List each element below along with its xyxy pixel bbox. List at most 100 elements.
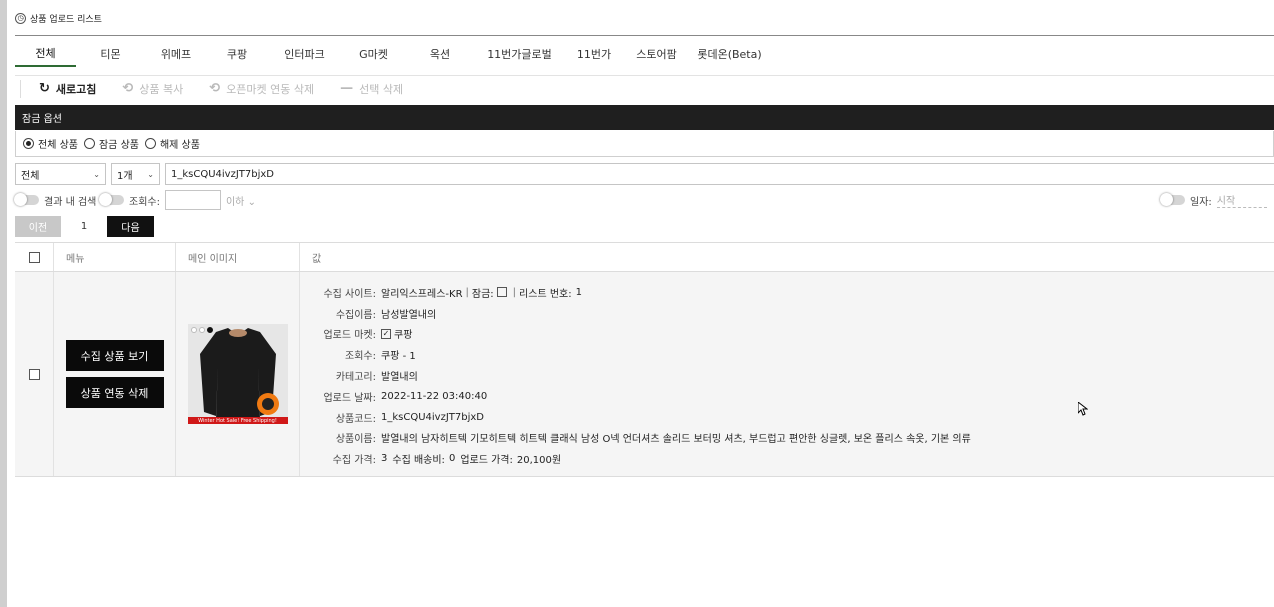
date-label: 일자: xyxy=(1190,196,1212,208)
prev-page-button[interactable]: 이전 xyxy=(15,216,61,237)
header-menu: 메뉴 xyxy=(54,243,176,271)
tab-coupang[interactable]: 쿠팡 xyxy=(207,40,267,67)
count-select-value: 1개 xyxy=(117,170,133,182)
info-category: 카테고리: 발열내의 xyxy=(335,372,418,384)
tab-interpark[interactable]: 인터파크 xyxy=(267,40,342,67)
radio-locked-products[interactable]: 잠금 상품 xyxy=(83,136,139,151)
chevron-down-icon: ⌄ xyxy=(147,169,154,179)
refresh-icon: ↻ xyxy=(39,81,50,96)
radio-all-products[interactable]: 전체 상품 xyxy=(23,136,78,151)
current-page: 1 xyxy=(80,221,88,232)
openmarket-delete-button[interactable]: ⟲ 오픈마켓 연동 삭제 xyxy=(209,81,314,97)
row-menu-cell: 수집 상품 보기 상품 연동 삭제 xyxy=(54,272,176,476)
search-filter-row: 전체 ⌄ 1개 ⌄ xyxy=(15,163,1274,185)
date-option: 일자: 시작 xyxy=(1160,190,1267,210)
lock-checkbox[interactable] xyxy=(496,287,507,298)
category-select[interactable]: 전체 ⌄ xyxy=(15,163,106,185)
tab-storefarm[interactable]: 스토어팜 xyxy=(624,40,689,67)
info-product-code: 상품코드: 1_ksCQU4ivzJT7bjxD xyxy=(335,411,485,425)
radio-unlocked-products[interactable]: 해제 상품 xyxy=(144,136,200,151)
image-banner: Winter Hot Sale! Free Shipping! xyxy=(187,417,288,424)
window-left-edge xyxy=(0,0,7,607)
date-toggle[interactable] xyxy=(1160,193,1185,206)
radio-indicator[interactable] xyxy=(23,138,34,149)
header-checkbox-cell xyxy=(15,243,54,271)
search-input[interactable] xyxy=(165,163,1274,185)
in-results-toggle[interactable] xyxy=(14,193,39,206)
tab-wemakeprice[interactable]: 위메프 xyxy=(145,40,207,67)
radio-label: 잠금 상품 xyxy=(98,140,139,151)
app-icon: ◷ xyxy=(15,12,26,24)
views-below-label: 이하 xyxy=(225,196,245,208)
radio-indicator[interactable] xyxy=(83,138,95,149)
info-collect-name: 수집이름: 남성발열내의 xyxy=(335,309,437,321)
views-input[interactable] xyxy=(164,190,221,210)
next-page-button[interactable]: 다음 xyxy=(107,216,154,237)
window-title-bar: ◷ 상품 업로드 리스트 xyxy=(15,10,102,26)
refresh-label: 새로고침 xyxy=(55,82,97,96)
toolbar-separator xyxy=(20,79,21,98)
tab-gmarket[interactable]: G마켓 xyxy=(342,40,405,67)
tab-all[interactable]: 전체 xyxy=(15,40,76,67)
radio-indicator[interactable] xyxy=(144,138,156,149)
views-below-select[interactable]: 이하 ⌄ xyxy=(226,193,256,208)
tab-tmon[interactable]: 티몬 xyxy=(76,40,145,67)
minus-icon: — xyxy=(340,81,354,96)
info-views: 조회수: 쿠팡 - 1 xyxy=(345,351,416,363)
tab-auction[interactable]: 옥션 xyxy=(405,40,475,67)
product-thumbnail[interactable]: Winter Hot Sale! Free Shipping! xyxy=(187,324,288,424)
title-divider xyxy=(15,35,1274,36)
radio-label: 전체 상품 xyxy=(38,140,78,151)
copy-product-label: 상품 복사 xyxy=(139,82,184,96)
chevron-down-icon: ⌄ xyxy=(93,169,100,179)
in-results-option: 결과 내 검색 xyxy=(14,190,97,210)
tab-11st-global[interactable]: 11번가글로벌 xyxy=(475,40,564,67)
delete-selected-label: 선택 삭제 xyxy=(359,82,404,96)
date-start-field[interactable]: 시작 xyxy=(1216,192,1267,208)
table-row: 수집 상품 보기 상품 연동 삭제 Winter Hot Sale! Free … xyxy=(15,272,1274,477)
shirt-image xyxy=(187,324,288,424)
sync-icon: ⟲ xyxy=(209,81,221,96)
pagination: 이전 1 다음 xyxy=(15,216,154,237)
radio-label: 해제 상품 xyxy=(159,140,200,151)
product-table: 메뉴 메인 이미지 값 수집 상품 보기 상품 연동 삭제 Winter Hot… xyxy=(15,242,1274,607)
delete-product-link-button[interactable]: 상품 연동 삭제 xyxy=(65,377,164,408)
sync-icon: ⟲ xyxy=(122,81,134,96)
table-header: 메뉴 메인 이미지 값 xyxy=(15,243,1274,272)
views-label: 조회수: xyxy=(129,196,160,208)
market-tabs: 전체 티몬 위메프 쿠팡 인터파크 G마켓 옥션 11번가글로벌 11번가 스토… xyxy=(15,40,770,67)
info-upload-market: 업로드 마켓: ✓ 쿠팡 xyxy=(323,328,413,342)
product-info: 수집 사이트: 알리익스프레스-KR | 잠금: | 리스트 번호: 1 수집이… xyxy=(300,272,971,469)
row-checkbox-cell xyxy=(15,272,54,476)
tab-lotteon[interactable]: 롯데온(Beta) xyxy=(689,40,770,67)
openmarket-delete-label: 오픈마켓 연동 삭제 xyxy=(226,82,315,96)
lock-options-header: 잠금 옵션 xyxy=(15,105,1274,130)
category-select-value: 전체 xyxy=(21,170,40,182)
refresh-button[interactable]: ↻ 새로고침 xyxy=(39,81,96,97)
checkmark-icon: ✓ xyxy=(381,328,391,339)
window-title: 상품 업로드 리스트 xyxy=(30,14,102,25)
header-value: 값 xyxy=(312,253,322,265)
row-value-cell: 수집 사이트: 알리익스프레스-KR | 잠금: | 리스트 번호: 1 수집이… xyxy=(300,272,1274,476)
carousel-dots xyxy=(190,327,213,333)
in-results-label: 결과 내 검색 xyxy=(44,196,97,208)
copy-product-button[interactable]: ⟲ 상품 복사 xyxy=(122,81,183,97)
header-main-image: 메인 이미지 xyxy=(176,243,300,271)
info-site: 수집 사이트: 알리익스프레스-KR | 잠금: | 리스트 번호: 1 xyxy=(323,286,582,300)
row-image-cell: Winter Hot Sale! Free Shipping! xyxy=(176,272,300,476)
action-toolbar: ↻ 새로고침 ⟲ 상품 복사 ⟲ 오픈마켓 연동 삭제 — 선택 삭제 xyxy=(15,75,1274,101)
delete-selected-button[interactable]: — 선택 삭제 xyxy=(340,81,403,97)
info-product-name: 상품이름: 발열내의 남자히트텍 기모히트텍 히트텍 클래식 남성 O넥 언더셔… xyxy=(335,434,971,446)
count-select[interactable]: 1개 ⌄ xyxy=(111,163,160,185)
info-price: 수집 가격: 3 수집 배송비: 0 업로드 가격: 20,100원 xyxy=(332,453,562,467)
views-option: 조회수: 이하 ⌄ xyxy=(99,190,256,210)
views-toggle[interactable] xyxy=(99,193,124,206)
tab-11st[interactable]: 11번가 xyxy=(564,40,624,67)
search-options-row: 결과 내 검색 조회수: 이하 ⌄ 일자: 시작 xyxy=(14,190,1274,210)
view-collected-product-button[interactable]: 수집 상품 보기 xyxy=(65,340,164,371)
row-checkbox[interactable] xyxy=(28,368,40,380)
select-all-checkbox[interactable] xyxy=(28,251,40,263)
lock-options-group: 전체 상품 잠금 상품 해제 상품 xyxy=(15,131,1274,157)
mouse-cursor-icon xyxy=(1078,402,1088,416)
info-upload-date: 업로드 날짜: 2022-11-22 03:40:40 xyxy=(323,390,488,404)
